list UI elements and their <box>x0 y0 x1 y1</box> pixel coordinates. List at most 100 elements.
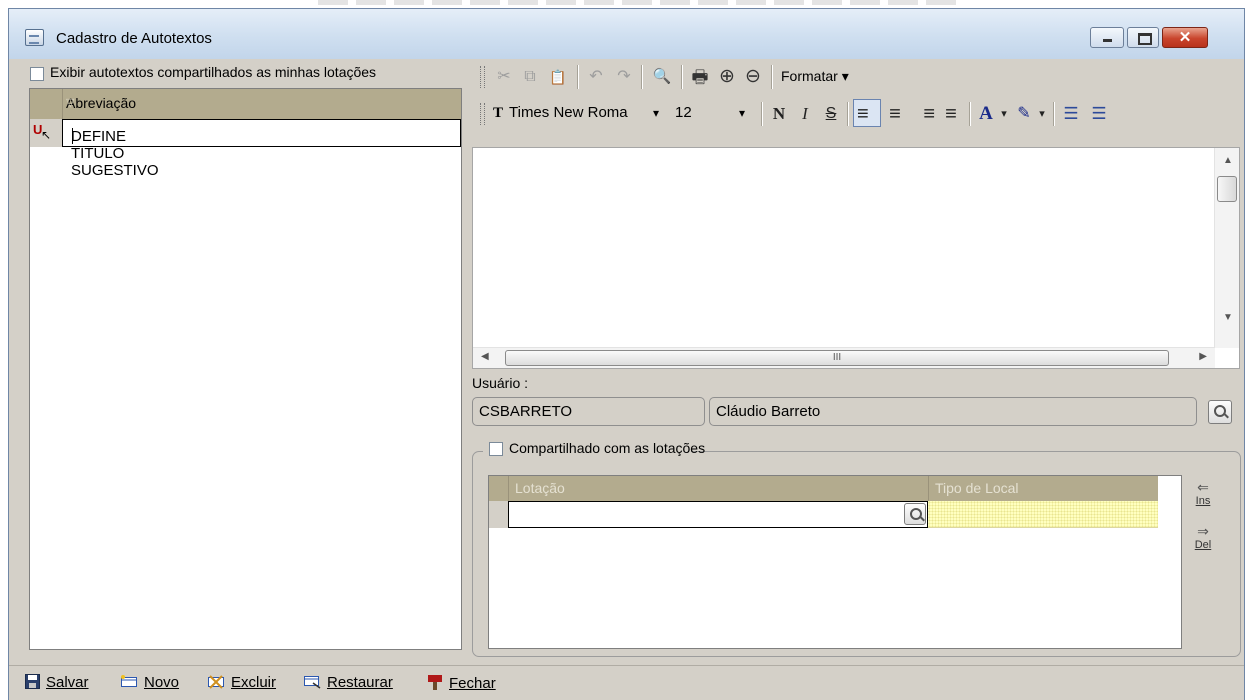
print-icon[interactable]: 🖶 <box>687 65 713 89</box>
font-icon: T <box>493 105 504 121</box>
column-header-lotacao[interactable]: Lotação <box>508 476 928 501</box>
scroll-right-icon[interactable]: ▶ <box>1199 351 1207 362</box>
delete-row-button[interactable]: ⇒ Del <box>1184 523 1222 551</box>
format-toolbar: T Times New Roma ▾ 12 ▾ N I S ≡ ≡ ≡ ≡ A … <box>471 96 1242 130</box>
shared-checkbox[interactable] <box>489 442 503 456</box>
close-form-button[interactable]: Fechar <box>427 674 496 692</box>
chevron-down-icon[interactable]: ▾ <box>739 101 745 125</box>
show-shared-checkbox[interactable] <box>30 67 44 81</box>
background-window-edge <box>318 0 958 5</box>
save-button[interactable]: Salvar <box>25 674 89 691</box>
row-cursor-icon: ↖ <box>41 128 52 142</box>
toolbar-separator <box>761 102 763 126</box>
maximize-button[interactable] <box>1127 27 1159 48</box>
background-strip <box>0 0 1245 8</box>
font-size-combo[interactable]: 12 ▾ <box>671 101 757 125</box>
abreviacao-cell[interactable]: DEFINE TITULO SUGESTIVO <box>62 119 461 179</box>
autotext-window: Cadastro de Autotextos ✕ Exibir autotext… <box>8 8 1245 700</box>
align-center-icon[interactable]: ≡ <box>883 102 907 126</box>
row-indicator: U ↖ <box>30 119 62 147</box>
bold-icon[interactable]: N <box>769 102 789 126</box>
shared-label: Compartilhado com as lotações <box>509 440 706 456</box>
toolbar-separator <box>847 102 849 126</box>
font-name-combo[interactable]: T Times New Roma ▾ <box>489 101 667 125</box>
tipo-local-cell[interactable] <box>928 501 1158 528</box>
chevron-down-icon[interactable]: ▾ <box>1035 102 1049 126</box>
column-header-tipo-local[interactable]: Tipo de Local <box>928 476 1158 501</box>
window-client: Exibir autotextos compartilhados as minh… <box>9 59 1244 700</box>
delete-label: Excluir <box>231 674 277 691</box>
chevron-down-icon[interactable]: ▾ <box>653 101 659 125</box>
toolbar-grip[interactable] <box>480 103 485 125</box>
user-login-field: CSBARRETO <box>472 397 705 426</box>
cut-icon[interactable]: ✂ <box>493 65 515 89</box>
bullet-list-icon[interactable]: ☰ <box>1059 102 1083 126</box>
delete-button[interactable]: Excluir <box>207 674 276 691</box>
find-icon[interactable]: 🔍 <box>649 65 675 89</box>
lotacao-cell[interactable] <box>508 501 928 528</box>
minimize-button[interactable] <box>1090 27 1124 48</box>
scrollbar-thumb[interactable]: III <box>505 350 1169 366</box>
insert-row-icon: ⇐ <box>1197 479 1209 495</box>
abreviacao-text: DEFINE TITULO SUGESTIVO <box>71 128 159 179</box>
scroll-down-icon[interactable]: ▼ <box>1223 312 1233 323</box>
sort-icon[interactable]: ▽ <box>66 96 453 109</box>
window-title: Cadastro de Autotextos <box>56 30 212 47</box>
user-label: Usuário : <box>472 375 529 391</box>
edit-toolbar: ✂ ⧉ 📋 ↶ ↷ 🔍 🖶 ⊕ ⊖ Formatar ▾ <box>471 59 1242 93</box>
restore-button[interactable]: Restaurar <box>303 674 393 691</box>
font-size-value: 12 <box>675 104 692 121</box>
align-right-icon[interactable]: ≡ <box>911 102 935 126</box>
toolbar-separator <box>771 65 773 89</box>
paste-icon[interactable]: 📋 <box>545 65 571 89</box>
numbered-list-icon[interactable]: ☰ <box>1087 102 1111 126</box>
justify-icon[interactable]: ≡ <box>939 102 963 126</box>
new-label: Novo <box>144 674 180 691</box>
sharing-legend: Compartilhado com as lotações <box>483 439 705 459</box>
user-search-icon[interactable] <box>1208 400 1232 424</box>
scroll-up-icon[interactable]: ▲ <box>1223 155 1233 166</box>
form-icon <box>25 29 44 46</box>
font-color-icon[interactable]: A <box>975 102 997 126</box>
column-header-label: Lotação <box>515 480 565 496</box>
grid-corner <box>489 476 508 501</box>
chevron-down-icon[interactable]: ▾ <box>997 102 1011 126</box>
align-left-icon[interactable]: ≡ <box>855 102 881 126</box>
insert-row-label: Ins <box>1195 495 1211 507</box>
insert-row-button[interactable]: ⇐ Ins <box>1184 479 1222 507</box>
lotacoes-grid: Lotação Tipo de Local <box>488 475 1182 649</box>
horizontal-scrollbar[interactable]: ◀ III ▶ <box>473 347 1215 368</box>
toolbar-separator <box>969 102 971 126</box>
close-door-icon <box>428 675 442 690</box>
format-menu[interactable]: Formatar ▾ <box>781 68 849 85</box>
vertical-scrollbar[interactable]: ▲ ▼ <box>1214 148 1239 348</box>
autotext-editor[interactable]: ▲ ▼ ◀ III ▶ <box>472 147 1240 369</box>
new-button[interactable]: Novo <box>120 674 179 691</box>
strikethrough-icon[interactable]: S <box>821 102 841 126</box>
zoom-out-icon[interactable]: ⊖ <box>741 65 765 89</box>
highlight-icon[interactable]: ✎ <box>1013 102 1035 126</box>
redo-icon[interactable]: ↷ <box>613 65 635 89</box>
toolbar-separator <box>1053 102 1055 126</box>
toolbar-separator <box>577 65 579 89</box>
copy-icon[interactable]: ⧉ <box>519 65 541 89</box>
close-button[interactable]: ✕ <box>1162 27 1208 48</box>
zoom-in-icon[interactable]: ⊕ <box>715 65 739 89</box>
scrollbar-thumb[interactable] <box>1217 176 1237 202</box>
row-indicator <box>489 501 508 528</box>
italic-icon[interactable]: I <box>795 102 815 126</box>
scroll-left-icon[interactable]: ◀ <box>481 351 489 362</box>
user-name-field: Cláudio Barreto <box>709 397 1197 426</box>
title-bar[interactable]: Cadastro de Autotextos ✕ <box>9 9 1244 60</box>
lotacao-search-icon[interactable] <box>904 503 926 525</box>
grid-corner <box>30 89 62 119</box>
undo-icon[interactable]: ↶ <box>585 65 607 89</box>
toolbar-grip[interactable] <box>480 66 485 88</box>
restore-label: Restaurar <box>327 674 393 691</box>
action-bar: Salvar Novo Excluir Restaurar Fechar <box>9 665 1244 700</box>
font-name-value: Times New Roma <box>509 104 628 121</box>
column-header-abreviacao[interactable]: Abreviação ▽ <box>62 89 461 119</box>
delete-row-icon: ⇒ <box>1197 523 1209 539</box>
toolbar-separator <box>641 65 643 89</box>
column-header-label: Tipo de Local <box>935 480 1019 496</box>
